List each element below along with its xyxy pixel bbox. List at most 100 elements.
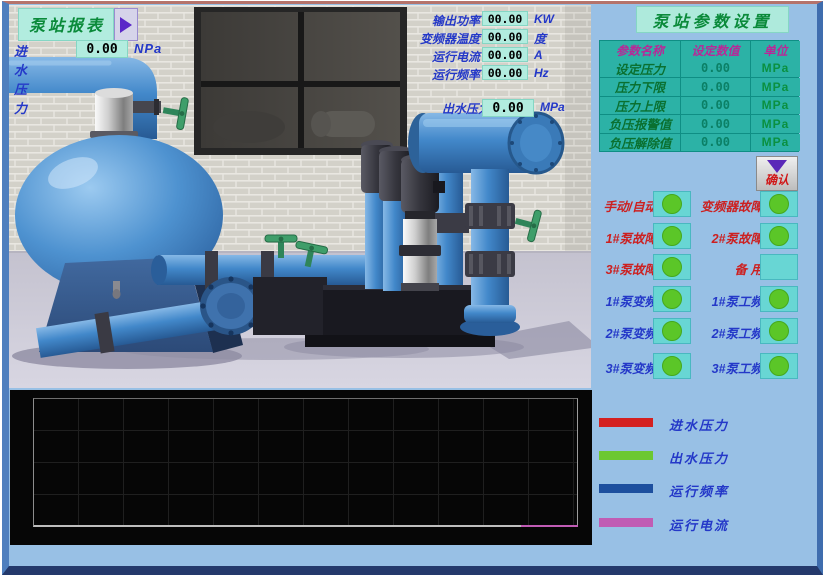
legend-item: 运行电流 (599, 518, 819, 532)
status-lamp (769, 321, 789, 341)
indicator-label: 手动/自动 (604, 196, 657, 215)
legend-label: 运行电流 (669, 515, 729, 534)
lamp-box (760, 286, 798, 312)
metric-label: 运行频率 (432, 66, 480, 83)
lamp-box (760, 353, 798, 379)
settings-table: 参数名称 设定数值 单位 设定压力 0.00 MPa 压力下限 0.00 MPa… (599, 40, 799, 152)
metric-row: 变频器温度 00.00 度 (398, 29, 578, 45)
indicator-row: 1#泵变频 1#泵工频 (595, 286, 825, 312)
lamp-box (653, 318, 691, 344)
legend-color-bar (599, 418, 653, 427)
param-name: 负压报警值 (600, 115, 680, 133)
report-button-label[interactable]: 泵站报表 (18, 8, 114, 41)
param-value[interactable]: 0.00 (681, 97, 750, 115)
metric-row: 运行频率 00.00 Hz (398, 65, 578, 81)
metric-value: 00.00 (482, 65, 528, 80)
lamp-box (653, 223, 691, 249)
param-unit: MPa (751, 115, 800, 133)
metric-value: 00.00 (482, 11, 528, 26)
indicator-label: 1#泵变频 (606, 291, 657, 310)
param-unit: MPa (751, 60, 800, 78)
legend-label: 进水压力 (669, 415, 729, 434)
status-lamp (769, 289, 789, 309)
metric-unit: KW (534, 12, 554, 26)
status-lamp (769, 226, 789, 246)
legend-color-bar (599, 484, 653, 493)
indicator-row: 3#泵变频 3#泵工频 (595, 353, 825, 379)
vent-cylinder (90, 88, 138, 138)
lamp-box (653, 353, 691, 379)
inlet-pressure-label: 进水压力 (14, 41, 27, 117)
confirm-button-label: 确认 (765, 171, 789, 188)
legend-label: 出水压力 (669, 448, 729, 467)
param-name: 压力下限 (600, 78, 680, 96)
metric-row: 输出功率 00.00 KW (398, 11, 578, 27)
indicator-label: 3#泵变频 (606, 358, 657, 377)
flange-disc (200, 276, 262, 335)
status-lamp (662, 356, 682, 376)
lamp-box (653, 254, 691, 280)
indicator-label: 1#泵故障 (606, 228, 657, 247)
legend-item: 运行频率 (599, 484, 819, 498)
outlet-pressure-unit: MPa (540, 100, 565, 114)
trend-chart (10, 390, 592, 545)
indicator-label: 2#泵故障 (712, 228, 763, 247)
window (194, 7, 407, 155)
settings-panel-title: 泵站参数设置 (636, 6, 789, 33)
param-value[interactable]: 0.00 (681, 60, 750, 78)
confirm-button[interactable]: 确认 (756, 156, 798, 191)
status-lamp (662, 257, 682, 277)
metric-unit: Hz (534, 66, 549, 80)
param-value[interactable]: 0.00 (681, 134, 750, 152)
param-value[interactable]: 0.00 (681, 115, 750, 133)
indicator-label: 2#泵变频 (606, 323, 657, 342)
param-unit: MPa (751, 97, 800, 115)
settings-col-header: 参数名称 (600, 41, 680, 60)
status-lamp (662, 289, 682, 309)
metric-value: 00.00 (482, 47, 528, 62)
indicator-row: 2#泵变频 2#泵工频 (595, 318, 825, 344)
indicator-label: 1#泵工频 (712, 291, 763, 310)
right-triangle-icon (120, 17, 132, 33)
indicator-label: 备 用 (735, 259, 763, 278)
outlet-pressure-readout: 出水压力 0.00 MPa (398, 99, 588, 118)
inlet-pressure-unit: NPa (134, 41, 162, 56)
pump-station-screen: 泵站报表 进水压力 0.00 NPa 输出功率 00.00 KW 变频器温度 0… (2, 1, 823, 575)
legend-color-bar (599, 451, 653, 460)
status-lamp (769, 194, 789, 214)
lamp-box (760, 191, 798, 217)
metric-unit: A (534, 48, 543, 62)
param-name: 设定压力 (600, 60, 680, 78)
report-play-box[interactable] (114, 8, 138, 41)
hmi-window: 泵站报表 进水压力 0.00 NPa 输出功率 00.00 KW 变频器温度 0… (0, 0, 825, 577)
metric-row: 运行电流 00.00 A (398, 47, 578, 63)
lamp-box (760, 223, 798, 249)
param-value[interactable]: 0.00 (681, 78, 750, 96)
param-unit: MPa (751, 134, 800, 152)
metric-unit: 度 (534, 30, 546, 47)
legend-item: 出水压力 (599, 451, 819, 465)
report-button[interactable]: 泵站报表 (18, 8, 138, 41)
status-lamp (662, 321, 682, 341)
settings-col-header: 单位 (751, 41, 800, 60)
legend-color-bar (599, 518, 653, 527)
legend-item: 进水压力 (599, 418, 819, 432)
legend-label: 运行频率 (669, 481, 729, 500)
lamp-box (653, 191, 691, 217)
indicator-row: 3#泵故障 备 用 (595, 254, 825, 280)
indicator-label: 3#泵工频 (712, 358, 763, 377)
indicator-label: 2#泵工频 (712, 323, 763, 342)
inlet-pressure-value: 0.00 (76, 40, 128, 58)
settings-col-header: 设定数值 (681, 41, 750, 60)
lamp-box-empty (760, 254, 798, 280)
status-lamp (769, 356, 789, 376)
metric-label: 输出功率 (432, 12, 480, 29)
indicator-label: 变频器故障 (700, 196, 763, 215)
param-unit: MPa (751, 78, 800, 96)
lamp-box (653, 286, 691, 312)
status-lamp (662, 226, 682, 246)
param-name: 压力上限 (600, 97, 680, 115)
metric-value: 00.00 (482, 29, 528, 44)
status-lamp (662, 194, 682, 214)
indicator-row: 1#泵故障 2#泵故障 (595, 223, 825, 249)
